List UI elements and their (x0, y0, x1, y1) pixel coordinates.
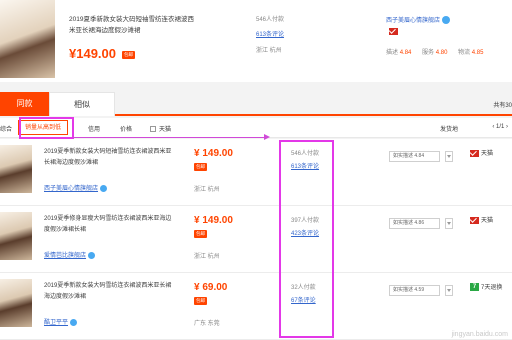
sort-by-credit[interactable]: 信用 (88, 124, 100, 133)
source-item-location: 浙江 杭州 (256, 48, 282, 54)
service-label: 天猫 (481, 151, 494, 157)
sort-by-price[interactable]: 价格 (120, 124, 132, 133)
list-item: 2019夏季新款女装大码雪纺连衣裙波西米亚长裙海边度假沙滩裙 酷卫平平 ¥ 69… (0, 273, 512, 340)
item-title[interactable]: 2019夏季修身显瘦大码雪纺连衣裙波西米亚海边度假沙滩裙长裙 (44, 214, 172, 236)
tmall-service: 天猫 (470, 148, 493, 157)
tmall-service: 天猫 (470, 215, 493, 224)
score-value: 4.84 (399, 50, 412, 56)
item-thumbnail[interactable] (0, 145, 32, 193)
service-label: 天猫 (481, 218, 494, 224)
result-count: 共有30 (493, 103, 512, 109)
source-item-shop-link[interactable]: 西子美眉心情旗舰店 (386, 15, 451, 25)
tab-same-item[interactable]: 同款 (0, 92, 49, 116)
item-location: 浙江 杭州 (194, 187, 220, 193)
prev-page-icon[interactable]: ‹ (492, 124, 494, 130)
source-item-price: ¥149.00 (69, 46, 116, 61)
item-title[interactable]: 2019夏季新款女装大码雪纺连衣裙波西米亚长裙海边度假沙滩裙 (44, 281, 172, 303)
chat-icon[interactable] (100, 184, 108, 192)
service-label: 7天退换 (481, 285, 503, 291)
score-label: 物流 (458, 50, 471, 56)
item-thumbnail[interactable] (0, 279, 32, 327)
item-shop-link[interactable]: 爱情芭比旗舰店 (44, 250, 96, 259)
score-label: 服务 (422, 50, 435, 56)
tab-similar-item[interactable]: 相似 (49, 92, 115, 116)
tmall-filter[interactable]: 天猫 (150, 124, 171, 133)
seven-day-return-service: 7 7天退换 (470, 282, 503, 292)
score-value: 4.85 (471, 50, 484, 56)
shipping-location-select[interactable]: 发货地 (440, 124, 458, 133)
source-item-panel: 2019夏季新款女装大码短袖雪纺连衣裙波西米亚长裙海边度假沙滩裙 ¥149.00… (0, 0, 512, 82)
item-shop-link[interactable]: 酷卫平平 (44, 317, 78, 326)
free-shipping-badge: 包邮 (194, 230, 207, 238)
shop-name[interactable]: 酷卫平平 (44, 320, 68, 326)
score-label: 描述 (386, 50, 399, 56)
source-item-comments-link[interactable]: 613条评论 (256, 29, 284, 38)
tab-bar: 同款 相似 共有30 (0, 92, 512, 116)
source-item-sales: 546人付款 (256, 17, 285, 23)
pagination: ‹ 1/1 › (492, 124, 508, 130)
sales-sort-highlight (19, 117, 74, 139)
score-value: 4.80 (435, 50, 448, 56)
sales-column-highlight (279, 140, 334, 338)
shop-name[interactable]: 西子美眉心情旗舰店 (44, 186, 98, 192)
item-title[interactable]: 2019夏季新款女装大码短袖雪纺连衣裙波西米亚长裙海边度假沙滩裙 (44, 147, 172, 169)
free-shipping-badge: 包邮 (122, 51, 135, 59)
chevron-down-icon[interactable] (445, 151, 453, 162)
item-rating-select[interactable]: 如实描述 4.59 (389, 285, 440, 296)
list-item: 2019夏季新款女装大码短袖雪纺连衣裙波西米亚长裙海边度假沙滩裙 西子美眉心情旗… (0, 139, 512, 206)
watermark: jingyan.baidu.com (451, 331, 508, 338)
sort-filter-bar: 综合 销量从高到低 信用 价格 天猫 发货地 ‹ 1/1 › (0, 118, 512, 138)
tmall-icon (389, 28, 398, 35)
item-price: ¥ 69.00 (194, 282, 228, 293)
item-shop-link[interactable]: 西子美眉心情旗舰店 (44, 183, 108, 192)
result-list: 2019夏季新款女装大码短袖雪纺连衣裙波西米亚长裙海边度假沙滩裙 西子美眉心情旗… (0, 139, 512, 340)
free-shipping-badge: 包邮 (194, 297, 207, 305)
item-thumbnail[interactable] (0, 212, 32, 260)
item-price: ¥ 149.00 (194, 215, 233, 226)
sort-default[interactable]: 综合 (0, 124, 12, 133)
tmall-checkbox[interactable] (150, 126, 156, 133)
shop-name[interactable]: 爱情芭比旗舰店 (44, 253, 86, 259)
chat-icon[interactable] (442, 16, 451, 25)
free-shipping-badge: 包邮 (194, 163, 207, 171)
highlight-arrow (72, 134, 270, 140)
source-item-thumbnail[interactable] (0, 0, 55, 78)
shop-name[interactable]: 西子美眉心情旗舰店 (386, 18, 440, 24)
item-location: 浙江 杭州 (194, 254, 220, 260)
item-rating-select[interactable]: 如实描述 4.86 (389, 218, 440, 229)
list-item: 2019夏季修身显瘦大码雪纺连衣裙波西米亚海边度假沙滩裙长裙 爱情芭比旗舰店 ¥… (0, 206, 512, 273)
tmall-icon (470, 216, 479, 224)
chat-icon[interactable] (88, 251, 96, 259)
source-item-title[interactable]: 2019夏季新款女装大码短袖雪纺连衣裙波西米亚长裙海边度假沙滩裙 (69, 14, 197, 36)
item-rating-select[interactable]: 如实描述 4.84 (389, 151, 440, 162)
tmall-filter-label: 天猫 (159, 127, 172, 133)
chevron-down-icon[interactable] (445, 285, 453, 296)
chevron-down-icon[interactable] (445, 218, 453, 229)
next-page-icon[interactable]: › (506, 124, 508, 130)
seven-day-return-icon: 7 (470, 283, 479, 292)
item-location: 广东 东莞 (194, 321, 220, 327)
shop-scores: 描述 4.84 服务 4.80 物流 4.85 (386, 47, 492, 56)
page-indicator: 1/1 (495, 124, 505, 130)
tmall-icon (470, 149, 479, 157)
item-price: ¥ 149.00 (194, 148, 233, 159)
chat-icon[interactable] (70, 318, 78, 326)
